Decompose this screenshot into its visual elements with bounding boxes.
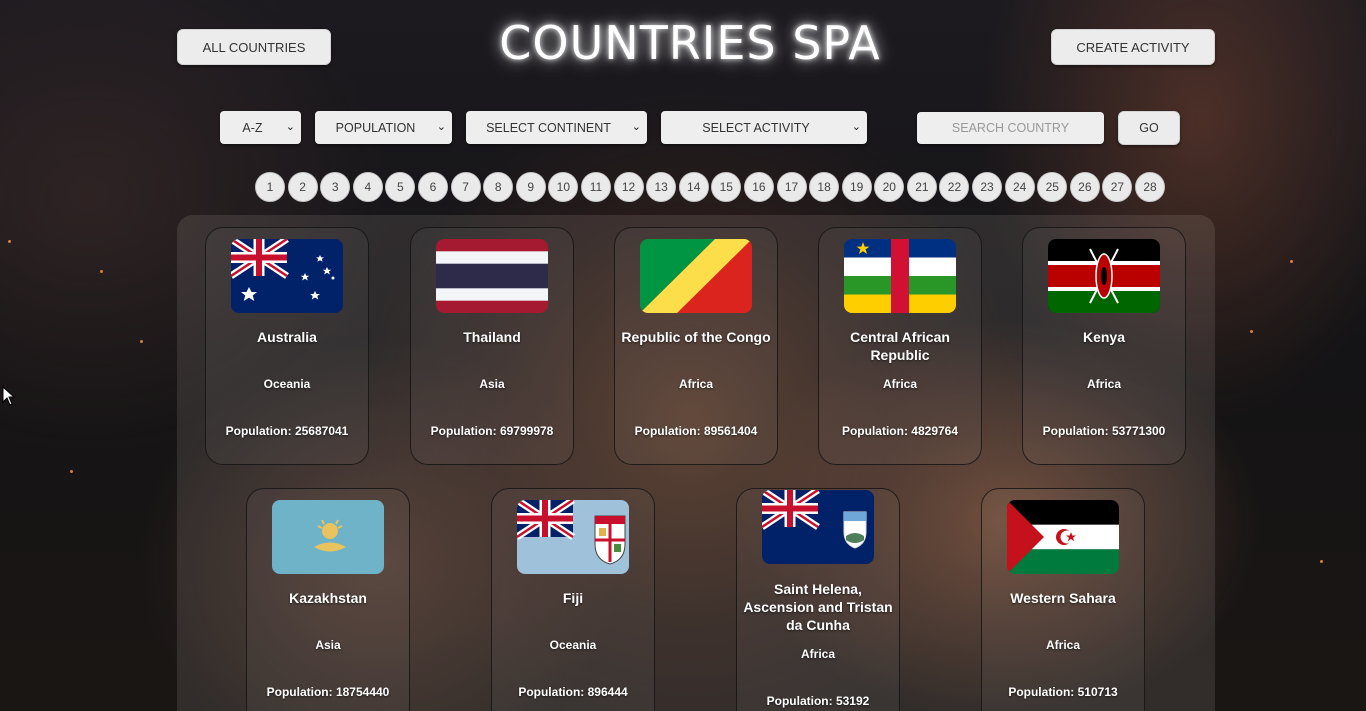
country-card-saint-helena[interactable]: Saint Helena, Ascension and Tristan da C… <box>736 488 900 711</box>
page-button-27[interactable]: 27 <box>1102 172 1133 202</box>
country-population: Population: 53192 <box>766 694 870 708</box>
country-population: Population: 896444 <box>518 685 628 699</box>
page-button-9[interactable]: 9 <box>515 172 546 202</box>
page-button-13[interactable]: 13 <box>646 172 677 202</box>
country-continent: Africa <box>800 647 835 661</box>
population-select[interactable]: POPULATION ⌄ <box>315 111 452 144</box>
country-name: Thailand <box>463 329 521 345</box>
page-button-17[interactable]: 17 <box>776 172 807 202</box>
go-button[interactable]: GO <box>1118 111 1180 145</box>
all-countries-button[interactable]: ALL COUNTRIES <box>177 29 331 65</box>
country-name: Republic of the Congo <box>621 329 771 345</box>
central-african-republic-flag <box>844 239 956 313</box>
page-button-18[interactable]: 18 <box>809 172 840 202</box>
page-button-16[interactable]: 16 <box>743 172 774 202</box>
country-card-kazakhstan[interactable]: Kazakhstan Asia Population: 18754440 <box>246 488 410 711</box>
country-card-thailand[interactable]: Thailand Asia Population: 69799978 <box>410 227 574 465</box>
country-name: Fiji <box>562 590 584 606</box>
page-button-5[interactable]: 5 <box>385 172 416 202</box>
page-button-21[interactable]: 21 <box>906 172 937 202</box>
page-button-23[interactable]: 23 <box>972 172 1003 202</box>
order-select-value: A-Z <box>242 120 263 135</box>
page-button-24[interactable]: 24 <box>1004 172 1035 202</box>
country-name: Australia <box>257 329 317 345</box>
fiji-flag <box>517 500 629 574</box>
country-name: Kazakhstan <box>289 590 367 606</box>
country-name: Western Sahara <box>1010 590 1116 606</box>
page-button-2[interactable]: 2 <box>287 172 318 202</box>
page-button-14[interactable]: 14 <box>678 172 709 202</box>
order-select[interactable]: A-Z ⌄ <box>220 111 301 144</box>
population-select-value: POPULATION <box>335 120 416 135</box>
country-card-republic-of-the-congo[interactable]: Republic of the Congo Africa Population:… <box>614 227 778 465</box>
page-button-10[interactable]: 10 <box>548 172 579 202</box>
page-button-28[interactable]: 28 <box>1135 172 1166 202</box>
kenya-flag <box>1048 239 1160 313</box>
page-button-4[interactable]: 4 <box>352 172 383 202</box>
page-button-11[interactable]: 11 <box>580 172 611 202</box>
page-button-19[interactable]: 19 <box>841 172 872 202</box>
activity-select[interactable]: SELECT ACTIVITY ⌄ <box>661 111 867 144</box>
page-button-1[interactable]: 1 <box>255 172 285 202</box>
page-button-3[interactable]: 3 <box>320 172 351 202</box>
country-name: Central African Republic <box>850 329 950 363</box>
continent-select[interactable]: SELECT CONTINENT ⌄ <box>466 111 647 144</box>
country-population: Population: 53771300 <box>1042 424 1166 438</box>
create-activity-button[interactable]: CREATE ACTIVITY <box>1051 29 1215 65</box>
kazakhstan-flag <box>272 500 384 574</box>
page-button-7[interactable]: 7 <box>450 172 481 202</box>
country-continent: Oceania <box>263 377 311 391</box>
chevron-down-icon: ⌄ <box>285 120 295 133</box>
chevron-down-icon: ⌄ <box>631 120 641 133</box>
thailand-flag <box>436 239 548 313</box>
page-button-25[interactable]: 25 <box>1037 172 1068 202</box>
pagination: 1 2 3 4 5 6 7 8 9 10 11 12 13 14 15 16 17 18 19 20 21 22 23 24 2… <box>255 172 1166 202</box>
saint-helena-flag <box>762 490 874 564</box>
congo-flag <box>640 239 752 313</box>
page-button-22[interactable]: 22 <box>939 172 970 202</box>
country-population: Population: 4829764 <box>841 424 959 438</box>
country-name: Kenya <box>1082 329 1126 345</box>
page-button-20[interactable]: 20 <box>874 172 905 202</box>
country-card-central-african-republic[interactable]: Central African Republic Africa Populati… <box>818 227 982 465</box>
country-continent: Oceania <box>549 638 597 652</box>
page-button-26[interactable]: 26 <box>1069 172 1100 202</box>
continent-select-value: SELECT CONTINENT <box>486 120 611 135</box>
mouse-cursor-icon <box>2 386 16 406</box>
country-card-western-sahara[interactable]: Western Sahara Africa Population: 510713 <box>981 488 1145 711</box>
page-button-8[interactable]: 8 <box>483 172 514 202</box>
country-card-kenya[interactable]: Kenya Africa Population: 53771300 <box>1022 227 1186 465</box>
australia-flag <box>231 239 343 313</box>
country-card-australia[interactable]: Australia Oceania Population: 25687041 <box>205 227 369 465</box>
country-continent: Africa <box>1045 638 1080 652</box>
country-population: Population: 69799978 <box>430 424 554 438</box>
chevron-down-icon: ⌄ <box>851 120 861 133</box>
country-continent: Asia <box>479 377 505 391</box>
country-continent: Africa <box>1086 377 1121 391</box>
page-button-6[interactable]: 6 <box>417 172 448 202</box>
country-continent: Africa <box>678 377 713 391</box>
country-population: Population: 18754440 <box>266 685 390 699</box>
page-title: COUNTRIES SPA <box>499 16 881 70</box>
page-button-15[interactable]: 15 <box>711 172 742 202</box>
country-population: Population: 25687041 <box>225 424 349 438</box>
chevron-down-icon: ⌄ <box>436 120 446 133</box>
country-population: Population: 510713 <box>1008 685 1118 699</box>
page-button-12[interactable]: 12 <box>613 172 644 202</box>
activity-select-value: SELECT ACTIVITY <box>702 120 810 135</box>
country-continent: Africa <box>882 377 917 391</box>
country-continent: Asia <box>315 638 341 652</box>
search-country-input[interactable] <box>917 112 1104 144</box>
country-card-fiji[interactable]: Fiji Oceania Population: 896444 <box>491 488 655 711</box>
country-name: Saint Helena, Ascension and Tristan da C… <box>743 581 893 633</box>
country-population: Population: 89561404 <box>634 424 758 438</box>
western-sahara-flag <box>1007 500 1119 574</box>
